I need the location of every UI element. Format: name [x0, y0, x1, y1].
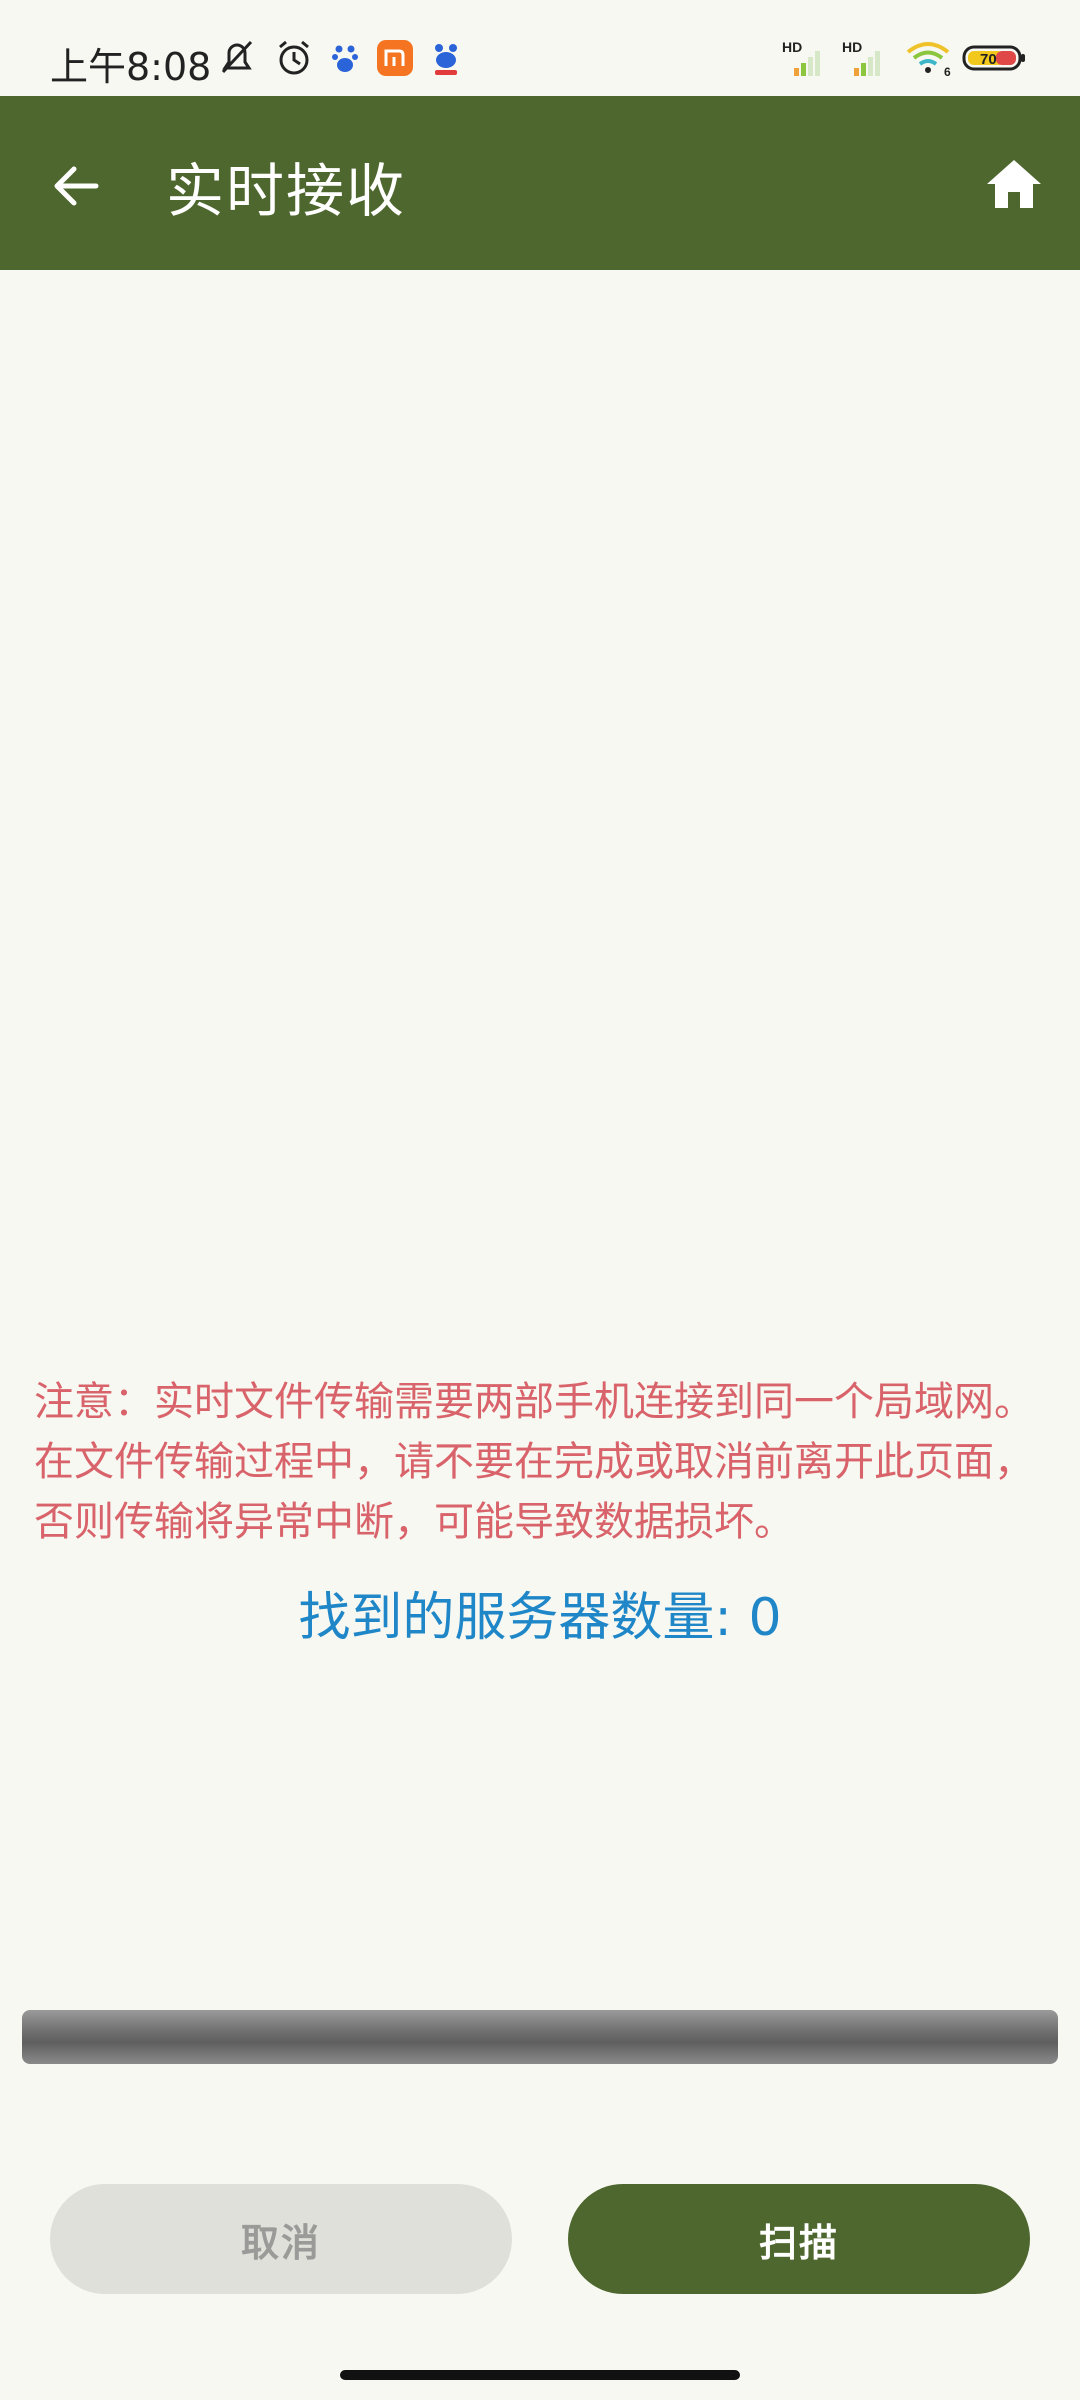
battery-icon: 70 [962, 38, 1026, 78]
gesture-nav-handle[interactable] [340, 2370, 740, 2380]
mi-icon [377, 38, 413, 78]
status-bar: 上午8:08 HD HD 6 70 [0, 0, 1080, 96]
signal-icon-2: HD [840, 38, 886, 78]
signal1-label: HD [782, 39, 802, 55]
notice-text: 注意：实时文件传输需要两部手机连接到同一个局域网。在文件传输过程中，请不要在完成… [34, 1379, 1034, 1545]
mute-icon [214, 38, 260, 78]
arrow-back-icon [54, 166, 99, 206]
signal2-label: HD [842, 39, 862, 55]
home-button[interactable] [978, 148, 1050, 220]
page-title: 实时接收 [166, 157, 407, 225]
wifi-label: 6 [944, 65, 951, 78]
battery-level: 70 [980, 51, 997, 68]
signal-icon: HD [780, 38, 826, 78]
baidu-app-icon [428, 38, 464, 78]
alarm-icon [272, 38, 316, 78]
server-count-label: 找到的服务器数量: 0 [298, 1588, 782, 1648]
app-bar: 实时接收 [0, 96, 1080, 270]
baidu-icon [330, 38, 360, 78]
status-time: 上午8:08 [50, 45, 212, 89]
scan-button[interactable]: 扫描 [568, 2184, 1030, 2294]
cancel-button[interactable]: 取消 [50, 2184, 512, 2294]
back-button[interactable] [40, 150, 112, 222]
home-icon [987, 160, 1041, 208]
wifi-icon: 6 [904, 38, 954, 78]
progress-bar [22, 2010, 1058, 2064]
